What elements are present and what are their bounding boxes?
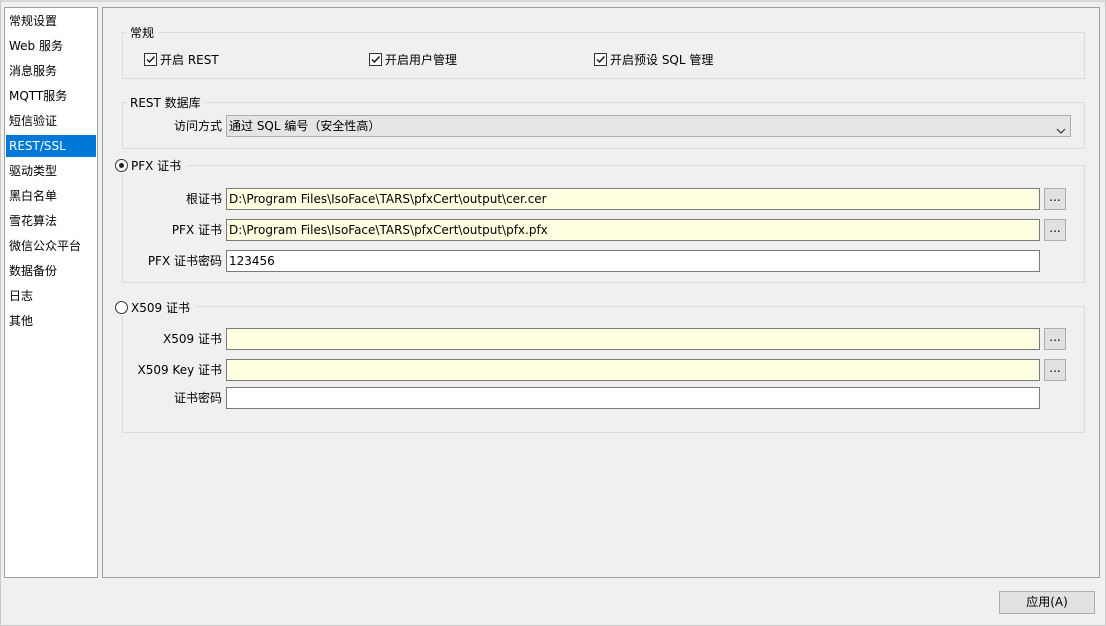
pfx-cert-field[interactable]: D:\Program Files\IsoFace\TARS\pfxCert\ou… xyxy=(226,219,1040,241)
apply-button[interactable]: 应用(A) xyxy=(999,591,1095,614)
enable-user-mgmt-checkbox[interactable]: 开启用户管理 xyxy=(369,51,457,68)
sidebar-item-log[interactable]: 日志 xyxy=(6,285,96,307)
access-mode-value: 通过 SQL 编号（安全性高） xyxy=(229,119,381,133)
enable-sql-mgmt-label: 开启预设 SQL 管理 xyxy=(610,53,714,67)
sidebar-item-other[interactable]: 其他 xyxy=(6,310,96,332)
pfx-cert-browse-button[interactable]: ... xyxy=(1044,219,1066,241)
sidebar-item-rest-ssl[interactable]: REST/SSL xyxy=(6,135,96,157)
x509-key-label: X509 Key 证书 xyxy=(137,363,222,377)
chevron-down-icon xyxy=(1056,121,1066,141)
access-mode-label: 访问方式 xyxy=(173,119,222,133)
sidebar-item-snowflake[interactable]: 雪花算法 xyxy=(6,210,96,232)
checkbox-check-icon xyxy=(594,53,607,66)
sidebar-item-wechat[interactable]: 微信公众平台 xyxy=(6,235,96,257)
sidebar-item-general[interactable]: 常规设置 xyxy=(6,10,96,32)
enable-rest-checkbox[interactable]: 开启 REST xyxy=(144,51,219,68)
rest-ssl-panel: 常规 开启 REST 开启用户管理 开启预设 SQL 管理 REST 数据库 访… xyxy=(102,7,1100,578)
enable-rest-label: 开启 REST xyxy=(160,53,219,67)
x509-radio-label: X509 证书 xyxy=(131,301,190,315)
root-cert-browse-button[interactable]: ... xyxy=(1044,188,1066,210)
sidebar-item-message[interactable]: 消息服务 xyxy=(6,60,96,82)
x509-cert-label: X509 证书 xyxy=(163,332,222,346)
pfx-radio[interactable]: PFX 证书 xyxy=(115,157,188,174)
access-mode-select[interactable]: 通过 SQL 编号（安全性高） xyxy=(226,115,1071,137)
x509-key-field[interactable] xyxy=(226,359,1040,381)
x509-password-label: 证书密码 xyxy=(173,391,222,405)
x509-radio[interactable]: X509 证书 xyxy=(115,299,196,316)
enable-user-mgmt-label: 开启用户管理 xyxy=(385,53,458,67)
checkbox-check-icon xyxy=(369,53,382,66)
radio-selected-icon xyxy=(115,159,128,172)
radio-unselected-icon xyxy=(115,301,128,314)
sidebar-item-blacklist[interactable]: 黑白名单 xyxy=(6,185,96,207)
sidebar-item-backup[interactable]: 数据备份 xyxy=(6,260,96,282)
checkbox-check-icon xyxy=(144,53,157,66)
x509-cert-browse-button[interactable]: ... xyxy=(1044,328,1066,350)
sidebar-item-driver[interactable]: 驱动类型 xyxy=(6,160,96,182)
sidebar-item-mqtt[interactable]: MQTT服务 xyxy=(6,85,96,107)
x509-cert-field[interactable] xyxy=(226,328,1040,350)
x509-key-browse-button[interactable]: ... xyxy=(1044,359,1066,381)
root-cert-label: 根证书 xyxy=(185,192,222,206)
pfx-cert-label: PFX 证书 xyxy=(171,223,222,237)
sidebar-item-web[interactable]: Web 服务 xyxy=(6,35,96,57)
pfx-password-label: PFX 证书密码 xyxy=(147,254,222,268)
root-cert-field[interactable]: D:\Program Files\IsoFace\TARS\pfxCert\ou… xyxy=(226,188,1040,210)
sidebar-nav: 常规设置 Web 服务 消息服务 MQTT服务 短信验证 REST/SSL 驱动… xyxy=(4,7,98,578)
general-group-title: 常规 xyxy=(127,25,159,41)
pfx-password-field[interactable]: 123456 xyxy=(226,250,1040,272)
pfx-radio-label: PFX 证书 xyxy=(131,159,182,173)
enable-sql-mgmt-checkbox[interactable]: 开启预设 SQL 管理 xyxy=(594,51,713,68)
rest-db-group-title: REST 数据库 xyxy=(127,95,205,111)
x509-password-field[interactable] xyxy=(226,387,1040,409)
sidebar-item-sms[interactable]: 短信验证 xyxy=(6,110,96,132)
